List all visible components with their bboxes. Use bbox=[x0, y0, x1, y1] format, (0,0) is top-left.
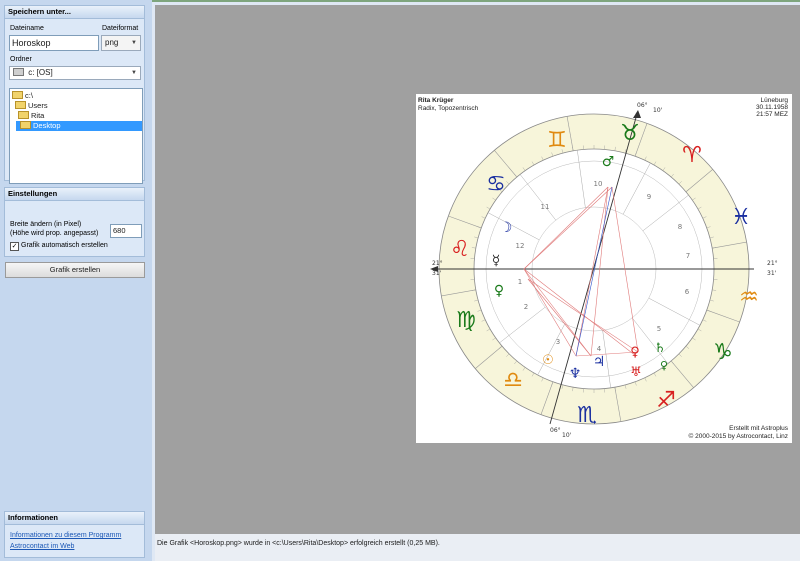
drive-icon bbox=[13, 68, 24, 76]
width-hint: (Höhe wird prop. angepasst) bbox=[10, 230, 99, 237]
auto-create-checkbox[interactable]: ✓ Grafik automatisch erstellen bbox=[10, 242, 108, 251]
format-label: Dateiformat bbox=[102, 25, 139, 32]
gemini-icon: ♊ bbox=[547, 128, 567, 153]
horoscope-canvas: Rita Krüger Radix, Topozentrisch Lünebur… bbox=[416, 94, 792, 443]
sun-icon: ☉ bbox=[542, 353, 554, 368]
jupiter-icon: ♃ bbox=[593, 354, 606, 370]
folder-icon bbox=[18, 111, 29, 119]
width-input[interactable]: 680 bbox=[110, 224, 142, 238]
house-number-11: 11 bbox=[541, 203, 550, 211]
auto-create-label: Grafik automatisch erstellen bbox=[21, 242, 108, 249]
folder-label: Ordner bbox=[10, 56, 32, 63]
tree-node-desktop[interactable]: Desktop bbox=[16, 121, 142, 131]
astrocontact-web-link[interactable]: Astrocontact im Web bbox=[10, 543, 74, 550]
neptune-icon: ♆ bbox=[569, 366, 582, 382]
venus-icon: ♀ bbox=[494, 283, 504, 299]
mc-degree: 06° bbox=[637, 102, 648, 109]
aries-icon: ♈ bbox=[682, 143, 702, 168]
format-select[interactable]: png ▼ bbox=[101, 35, 141, 51]
folder-tree[interactable]: c:\ Users Rita Desktop bbox=[9, 88, 143, 184]
mc-arrow-icon bbox=[633, 110, 641, 118]
venus-2-icon: ♀ bbox=[660, 359, 668, 372]
horoscope-wheel: ♉ ♈ ♓ ♒ ♑ ♐ ♏ ♎ ♍ ♌ ♋ ♊ ♂ ☽ ☿ ♀ ☉ ♆ ♃ ♀ … bbox=[430, 102, 778, 439]
virgo-icon: ♍ bbox=[456, 308, 476, 333]
house-number-3: 3 bbox=[556, 338, 560, 346]
chevron-down-icon: ▼ bbox=[131, 40, 137, 46]
filename-input[interactable]: Horoskop bbox=[9, 35, 99, 51]
pluto-icon: ♀ bbox=[630, 345, 640, 360]
house-number-6: 6 bbox=[685, 288, 690, 296]
tree-node-rita[interactable]: Rita bbox=[18, 111, 44, 121]
asc-minutes: 31' bbox=[432, 270, 442, 277]
house-number-9: 9 bbox=[647, 193, 651, 201]
info-panel-title: Informationen bbox=[5, 512, 144, 525]
folder-icon bbox=[12, 91, 23, 99]
house-number-1: 1 bbox=[518, 278, 522, 286]
dsc-minutes: 31' bbox=[767, 270, 777, 277]
house-number-10: 10 bbox=[594, 180, 603, 188]
cancer-icon: ♋ bbox=[486, 172, 506, 197]
pisces-icon: ♓ bbox=[731, 205, 751, 230]
filename-label: Dateiname bbox=[10, 25, 44, 32]
mars-icon: ♂ bbox=[602, 154, 615, 170]
folder-open-icon bbox=[20, 121, 31, 129]
save-panel-title: Speichern unter... bbox=[5, 6, 144, 19]
asc-degree: 21° bbox=[432, 260, 443, 267]
house-number-8: 8 bbox=[678, 223, 682, 231]
libra-icon: ♎ bbox=[503, 368, 523, 393]
settings-panel-title: Einstellungen bbox=[5, 188, 144, 201]
mc-minutes: 10' bbox=[653, 107, 663, 114]
aquarius-icon: ♒ bbox=[739, 285, 759, 310]
top-accent-line bbox=[152, 0, 800, 2]
saturn-icon: ♄ bbox=[654, 341, 666, 356]
capricorn-icon: ♑ bbox=[713, 340, 733, 365]
folder-icon bbox=[15, 101, 26, 109]
house-number-5: 5 bbox=[657, 325, 661, 333]
drive-value: c: [OS] bbox=[28, 68, 53, 77]
status-bar: Die Grafik <Horoskop.png> wurde in <c:\U… bbox=[155, 534, 800, 561]
house-number-7: 7 bbox=[686, 252, 690, 260]
info-panel: Informationen Informationen zu diesem Pr… bbox=[4, 511, 145, 558]
sidebar: Speichern unter... Dateiname Dateiformat… bbox=[0, 0, 152, 561]
uranus-icon: ♅ bbox=[630, 365, 642, 380]
settings-panel: Einstellungen Breite ändern (in Pixel) (… bbox=[4, 187, 145, 257]
checkmark-icon[interactable]: ✓ bbox=[10, 242, 19, 251]
scorpio-icon: ♏ bbox=[577, 403, 597, 428]
ic-minutes: 10' bbox=[562, 432, 572, 439]
drive-select[interactable]: c: [OS] ▼ bbox=[9, 66, 141, 80]
ic-degree: 06° bbox=[550, 427, 561, 434]
width-label: Breite ändern (in Pixel) bbox=[10, 221, 82, 228]
save-panel: Speichern unter... Dateiname Dateiformat… bbox=[4, 5, 145, 184]
chevron-down-icon: ▼ bbox=[131, 70, 137, 76]
format-value: png bbox=[105, 38, 119, 47]
taurus-icon: ♉ bbox=[620, 121, 640, 146]
create-graphic-button[interactable]: Grafik erstellen bbox=[5, 262, 145, 278]
house-number-12: 12 bbox=[516, 242, 525, 250]
house-number-2: 2 bbox=[524, 303, 528, 311]
tree-node-root[interactable]: c:\ bbox=[12, 91, 33, 101]
dsc-degree: 21° bbox=[767, 260, 778, 267]
house-number-4: 4 bbox=[597, 345, 602, 353]
about-program-link[interactable]: Informationen zu diesem Programm bbox=[10, 532, 121, 539]
leo-icon: ♌ bbox=[450, 237, 470, 262]
sagittarius-icon: ♐ bbox=[656, 388, 676, 413]
tree-node-users[interactable]: Users bbox=[15, 101, 48, 111]
moon-icon: ☽ bbox=[500, 220, 513, 236]
mercury-icon: ☿ bbox=[492, 253, 501, 269]
